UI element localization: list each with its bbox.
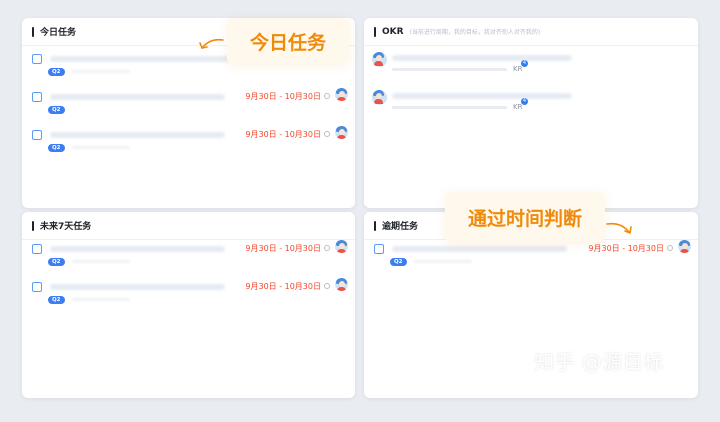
checkbox-icon[interactable] (374, 244, 384, 254)
kr-label: KR (513, 65, 523, 73)
priority-badge: Q2 (48, 144, 65, 152)
checkbox-icon[interactable] (32, 282, 42, 292)
clock-icon (667, 245, 673, 251)
task-title (50, 284, 225, 290)
clock-icon (324, 131, 330, 137)
task-row[interactable]: Q2 9月30日 - 10月30日 (22, 240, 355, 270)
clock-icon (324, 283, 330, 289)
checkbox-icon[interactable] (32, 54, 42, 64)
checkbox-icon[interactable] (32, 244, 42, 254)
task-title (392, 246, 567, 252)
task-date: 9月30日 - 10月30日 (245, 92, 321, 101)
checkbox-icon[interactable] (32, 92, 42, 102)
okr-item[interactable]: KR 4 (364, 88, 698, 126)
priority-badge: Q2 (48, 106, 65, 114)
task-date: 9月30日 - 10月30日 (245, 130, 321, 139)
avatar-icon[interactable] (335, 278, 348, 291)
callout-time-judgement: 通过时间判断 (445, 192, 605, 242)
priority-badge: Q2 (48, 258, 65, 266)
panel-header: 未来7天任务 (22, 212, 355, 240)
panel-title: 未来7天任务 (40, 222, 92, 232)
callout-today: 今日任务 (227, 18, 349, 64)
priority-badge: Q2 (48, 296, 65, 304)
task-date: 9月30日 - 10月30日 (245, 244, 321, 253)
task-title (50, 132, 225, 138)
task-title (50, 56, 250, 62)
kr-label: KR (513, 103, 523, 111)
avatar-icon[interactable] (372, 90, 387, 105)
priority-badge: Q2 (48, 68, 65, 76)
arrow-icon (199, 38, 224, 49)
checkbox-icon[interactable] (32, 130, 42, 140)
avatar-icon[interactable] (335, 88, 348, 101)
task-row[interactable]: Q2 9月30日 - 10月30日 (22, 88, 355, 118)
okr-title (392, 93, 572, 99)
panel-title: 今日任务 (40, 28, 77, 38)
watermark: 知乎 @源目标 (534, 350, 664, 374)
task-title (50, 246, 225, 252)
panel-next-7-days: 未来7天任务 Q2 9月30日 - 10月30日 Q2 9月30日 - 10月3… (22, 212, 355, 398)
task-row[interactable]: Q2 9月30日 - 10月30日 (22, 278, 355, 308)
avatar-icon[interactable] (335, 126, 348, 139)
panel-title: OKR (382, 26, 404, 37)
okr-progress-bar (392, 106, 507, 109)
okr-progress-bar (392, 68, 507, 71)
kr-count-badge: 4 (521, 98, 528, 105)
okr-item[interactable]: KR 4 (364, 50, 698, 88)
task-date: 9月30日 - 10月30日 (245, 282, 321, 291)
task-row[interactable]: Q2 9月30日 - 10月30日 (364, 240, 698, 270)
arrow-icon (606, 222, 632, 234)
clock-icon (324, 93, 330, 99)
priority-badge: Q2 (390, 258, 407, 266)
panel-title: 逾期任务 (382, 222, 419, 232)
task-row[interactable]: Q2 9月30日 - 10月30日 (22, 126, 355, 156)
clock-icon (324, 245, 330, 251)
panel-header: OKR (当前进行周期，我的目标，我对齐别人对齐我的) (364, 18, 698, 46)
kr-count-badge: 4 (521, 60, 528, 67)
panel-subtitle: (当前进行周期，我的目标，我对齐别人对齐我的) (409, 29, 541, 36)
avatar-icon[interactable] (678, 240, 691, 253)
avatar-icon[interactable] (335, 240, 348, 253)
panel-okr: OKR (当前进行周期，我的目标，我对齐别人对齐我的) KR 4 KR 4 (364, 18, 698, 208)
task-title (50, 94, 225, 100)
avatar-icon[interactable] (372, 52, 387, 67)
okr-title (392, 55, 572, 61)
task-date: 9月30日 - 10月30日 (588, 244, 664, 253)
